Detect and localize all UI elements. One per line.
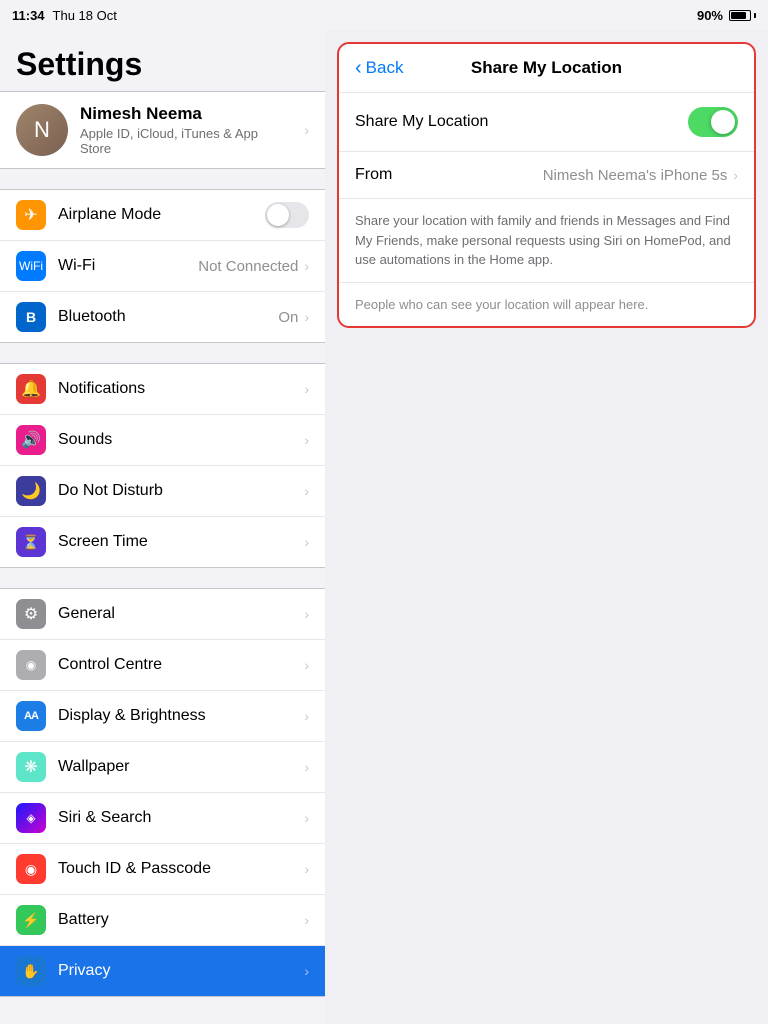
sidebar-item-battery[interactable]: ⚡ Battery › [0,895,325,946]
settings-group-3: ⚙ General › ◉ Control Centre › AA Displa… [0,588,325,997]
general-chevron: › [304,606,309,622]
sidebar-item-wifi[interactable]: WiFi Wi-Fi Not Connected › [0,241,325,292]
profile-chevron: › [304,122,309,138]
wallpaper-label: Wallpaper [58,758,304,776]
status-right: 90% [697,8,756,23]
from-chevron-icon: › [733,167,738,183]
screentime-chevron: › [304,534,309,550]
profile-subtitle: Apple ID, iCloud, iTunes & App Store [80,126,292,156]
sidebar-item-general[interactable]: ⚙ General › [0,589,325,640]
sounds-chevron: › [304,432,309,448]
settings-group-1: ✈ Airplane Mode WiFi Wi-Fi Not Connected… [0,189,325,343]
sirisearch-chevron: › [304,810,309,826]
privacy-chevron: › [304,963,309,979]
from-row[interactable]: From Nimesh Neema's iPhone 5s › [339,152,754,199]
privacy-icon: ✋ [16,956,46,986]
sirisearch-label: Siri & Search [58,809,304,827]
profile-name: Nimesh Neema [80,104,292,124]
share-my-location-panel: ‹ Back Share My Location Share My Locati… [337,42,756,328]
touchid-label: Touch ID & Passcode [58,860,304,878]
share-description: Share your location with family and frie… [339,199,754,283]
notifications-chevron: › [304,381,309,397]
sounds-icon: 🔊 [16,425,46,455]
back-label: Back [366,58,404,78]
status-bar: 11:34 Thu 18 Oct 90% [0,0,768,30]
screentime-label: Screen Time [58,533,304,551]
donotdisturb-icon: 🌙 [16,476,46,506]
back-chevron-icon: ‹ [355,58,362,78]
sidebar-item-displaybrightness[interactable]: AA Display & Brightness › [0,691,325,742]
settings-group-2: 🔔 Notifications › 🔊 Sounds › 🌙 Do Not Di… [0,363,325,568]
from-label: From [355,166,543,184]
share-location-toggle-label: Share My Location [355,113,688,131]
airplane-icon: ✈ [16,200,46,230]
bluetooth-label: Bluetooth [58,308,278,326]
main-layout: Settings N Nimesh Neema Apple ID, iCloud… [0,30,768,1024]
wifi-icon: WiFi [16,251,46,281]
sidebar-item-donotdisturb[interactable]: 🌙 Do Not Disturb › [0,466,325,517]
profile-info: Nimesh Neema Apple ID, iCloud, iTunes & … [80,104,292,156]
sidebar-item-wallpaper[interactable]: ❋ Wallpaper › [0,742,325,793]
sidebar-item-controlcentre[interactable]: ◉ Control Centre › [0,640,325,691]
battery-chevron: › [304,912,309,928]
bluetooth-value: On [278,309,298,326]
touchid-icon: ◉ [16,854,46,884]
touchid-chevron: › [304,861,309,877]
screentime-icon: ⏳ [16,527,46,557]
privacy-label: Privacy [58,962,304,980]
displaybrightness-icon: AA [16,701,46,731]
notifications-label: Notifications [58,380,304,398]
wallpaper-icon: ❋ [16,752,46,782]
from-value: Nimesh Neema's iPhone 5s [543,167,728,184]
sidebar-item-bluetooth[interactable]: B Bluetooth On › [0,292,325,342]
controlcentre-chevron: › [304,657,309,673]
share-panel-title: Share My Location [471,58,622,78]
battery-icon [729,10,756,21]
displaybrightness-label: Display & Brightness [58,707,304,725]
donotdisturb-label: Do Not Disturb [58,482,304,500]
sidebar-item-sirisearch[interactable]: ◈ Siri & Search › [0,793,325,844]
wallpaper-chevron: › [304,759,309,775]
status-date: Thu 18 Oct [53,8,117,23]
general-icon: ⚙ [16,599,46,629]
sidebar: Settings N Nimesh Neema Apple ID, iCloud… [0,30,325,1024]
status-time: 11:34 [12,8,45,23]
bluetooth-icon: B [16,302,46,332]
bluetooth-chevron: › [304,309,309,325]
battery-label: Battery [58,911,304,929]
share-location-toggle-row: Share My Location [339,93,754,152]
airplane-toggle[interactable] [265,202,309,228]
sirisearch-icon: ◈ [16,803,46,833]
right-panel: ‹ Back Share My Location Share My Locati… [325,30,768,1024]
sidebar-item-sounds[interactable]: 🔊 Sounds › [0,415,325,466]
sidebar-item-notifications[interactable]: 🔔 Notifications › [0,364,325,415]
displaybrightness-chevron: › [304,708,309,724]
profile-row[interactable]: N Nimesh Neema Apple ID, iCloud, iTunes … [0,91,325,169]
sidebar-item-airplane[interactable]: ✈ Airplane Mode [0,190,325,241]
sidebar-item-touchid[interactable]: ◉ Touch ID & Passcode › [0,844,325,895]
sidebar-item-screentime[interactable]: ⏳ Screen Time › [0,517,325,567]
donotdisturb-chevron: › [304,483,309,499]
share-empty-text: People who can see your location will ap… [339,283,754,326]
share-header: ‹ Back Share My Location [339,44,754,93]
controlcentre-label: Control Centre [58,656,304,674]
notifications-icon: 🔔 [16,374,46,404]
general-label: General [58,605,304,623]
battery-percent: 90% [697,8,723,23]
avatar: N [16,104,68,156]
battery-setting-icon: ⚡ [16,905,46,935]
back-button[interactable]: ‹ Back [355,58,403,78]
wifi-value: Not Connected [198,258,298,275]
share-location-toggle[interactable] [688,107,738,137]
controlcentre-icon: ◉ [16,650,46,680]
sidebar-title: Settings [0,30,325,91]
airplane-label: Airplane Mode [58,206,265,224]
wifi-chevron: › [304,258,309,274]
wifi-label: Wi-Fi [58,257,198,275]
sidebar-item-privacy[interactable]: ✋ Privacy › [0,946,325,996]
sounds-label: Sounds [58,431,304,449]
